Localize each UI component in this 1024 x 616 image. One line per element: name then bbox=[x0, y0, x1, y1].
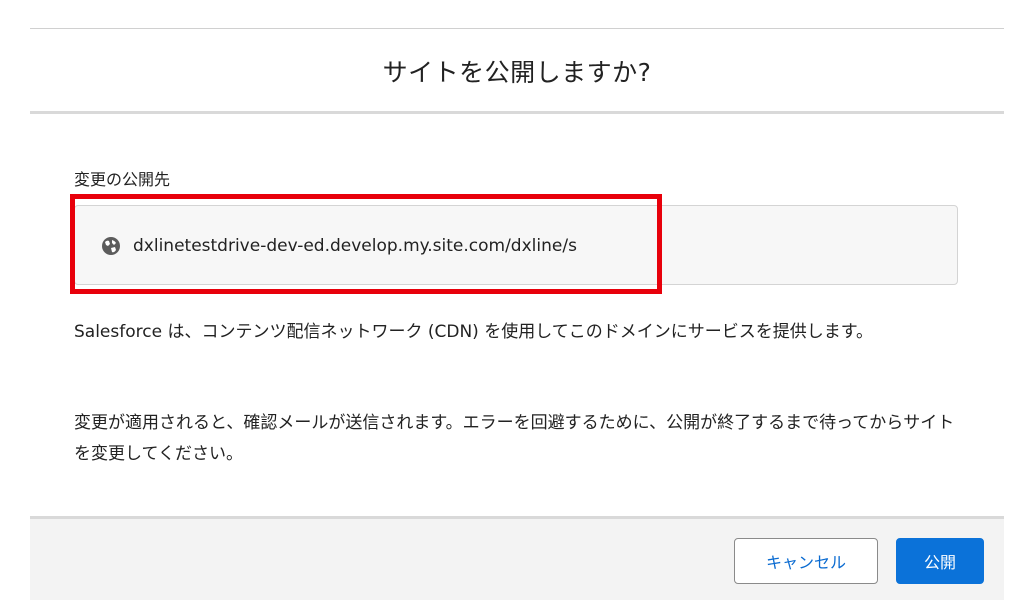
top-divider bbox=[30, 28, 1004, 29]
publish-button[interactable]: 公開 bbox=[896, 538, 984, 584]
cancel-button[interactable]: キャンセル bbox=[734, 538, 878, 584]
modal-title: サイトを公開しますか? bbox=[382, 57, 652, 87]
globe-icon bbox=[101, 236, 121, 256]
url-row: dxlinetestdrive-dev-ed.develop.my.site.c… bbox=[101, 206, 577, 286]
cdn-info-text: Salesforce は、コンテンツ配信ネットワーク (CDN) を使用してこの… bbox=[74, 322, 873, 342]
site-url: dxlinetestdrive-dev-ed.develop.my.site.c… bbox=[133, 236, 577, 256]
url-field: dxlinetestdrive-dev-ed.develop.my.site.c… bbox=[74, 205, 958, 285]
modal-header: サイトを公開しますか? bbox=[30, 30, 1004, 114]
publish-destination-label: 変更の公開先 bbox=[74, 170, 171, 189]
confirmation-info-text: 変更が適用されると、確認メールが送信されます。エラーを回避するために、公開が終了… bbox=[74, 413, 955, 464]
modal-footer: キャンセル 公開 bbox=[30, 516, 1004, 600]
